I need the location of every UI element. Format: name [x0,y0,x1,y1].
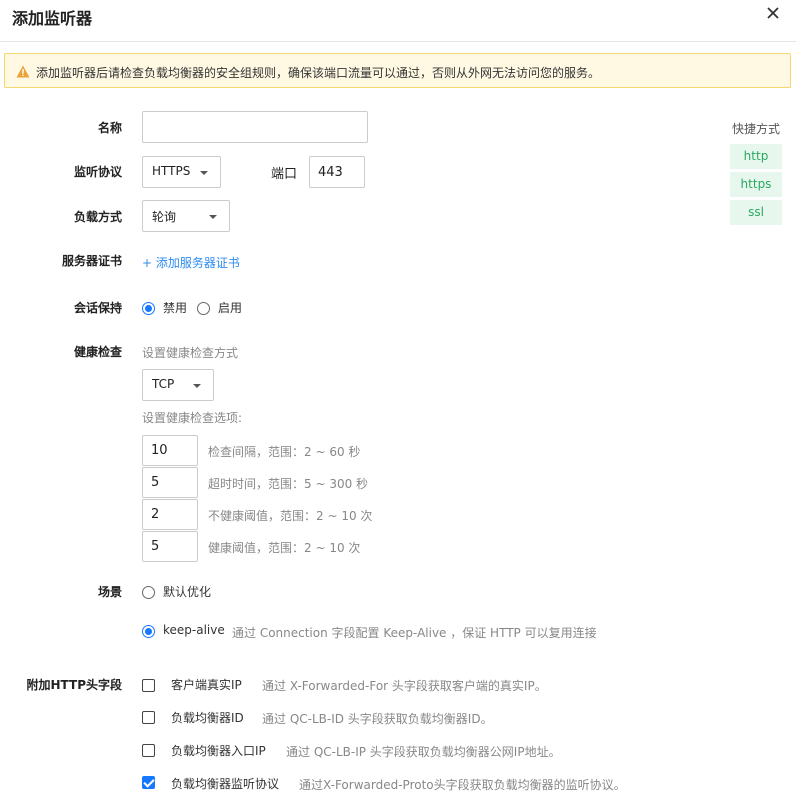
shortcut-http[interactable]: http [730,144,782,169]
scene-keepalive-desc: 通过 Connection 字段配置 Keep-Alive ，保证 HTTP 可… [232,626,597,640]
shortcut-https[interactable]: https [730,172,782,197]
scene-default-label: 默认优化 [163,585,212,599]
scene-label: 场景 [97,585,122,599]
dialog-title: 添加监听器 [12,9,93,28]
header-lb-id-label: 负载均衡器ID [171,711,244,725]
header-lb-id-checkbox[interactable] [142,711,155,724]
port-label: 端口 [271,167,298,182]
header-lb-ip-checkbox[interactable] [142,744,155,757]
warning-text: 添加监听器后请检查负载均衡器的安全组规则，确保该端口流量可以通过，否则从外网无法… [36,66,601,80]
session-disable-label: 禁用 [163,301,188,315]
health-method-value: TCP [152,377,175,391]
name-label: 名称 [97,121,122,135]
health-timeout-input[interactable] [142,467,198,498]
lb-method-select[interactable]: 轮询 [142,200,230,232]
scene-default-radio[interactable] [142,586,155,599]
header-client-ip-label: 客户端真实IP [171,678,242,692]
dialog-header: 添加监听器 [0,0,796,42]
healthy-threshold-desc: 健康阈值，范围：2 ~ 10 次 [208,541,361,555]
session-label: 会话保持 [73,301,122,315]
warning-banner: 添加监听器后请检查负载均衡器的安全组规则，确保该端口流量可以通过，否则从外网无法… [4,53,791,88]
protocol-value: HTTPS [152,164,191,178]
health-timeout-desc: 超时时间，范围：5 ~ 300 秒 [208,477,369,491]
health-interval-desc: 检查间隔，范围：2 ~ 60 秒 [208,445,361,459]
header-lb-id-desc: 通过 QC-LB-ID 头字段获取负载均衡器ID。 [262,712,493,726]
header-client-ip-desc: 通过 X-Forwarded-For 头字段获取客户端的真实IP。 [262,679,547,693]
shortcut-ssl[interactable]: ssl [730,200,782,225]
lb-method-label: 负载方式 [73,210,122,224]
header-lb-proto-label: 负载均衡器监听协议 [171,777,280,791]
scene-keepalive-radio[interactable] [142,625,155,638]
session-enable-label: 启用 [218,301,243,315]
health-method-select[interactable]: TCP [142,369,214,401]
header-lb-proto-desc: 通过X-Forwarded-Proto头字段获取负载均衡器的监听协议。 [299,778,626,792]
port-input[interactable] [309,156,365,188]
session-enable-radio[interactable] [197,302,210,315]
health-label: 健康检查 [73,345,122,359]
healthy-threshold-input[interactable] [142,531,198,562]
session-disable-radio[interactable] [142,302,155,315]
health-options-hint: 设置健康检查选项: [142,411,243,425]
health-interval-input[interactable] [142,435,198,466]
name-input[interactable] [142,111,368,143]
header-client-ip-checkbox[interactable] [142,679,155,692]
unhealthy-threshold-desc: 不健康阈值，范围：2 ~ 10 次 [208,509,373,523]
header-lb-proto-checkbox[interactable] [142,776,155,789]
cert-label: 服务器证书 [61,254,122,268]
health-method-hint: 设置健康检查方式 [142,346,239,360]
header-lb-ip-desc: 通过 QC-LB-IP 头字段获取负载均衡器公网IP地址。 [286,745,561,759]
unhealthy-threshold-input[interactable] [142,499,198,530]
protocol-select[interactable]: HTTPS [142,156,221,188]
shortcuts-title: 快捷方式 [732,122,781,136]
header-lb-ip-label: 负载均衡器入口IP [171,744,266,758]
protocol-label: 监听协议 [73,165,122,179]
scene-keepalive-label: keep-alive [163,623,225,637]
chevron-down-icon [200,171,208,175]
add-cert-link[interactable]: + 添加服务器证书 [142,254,240,271]
chevron-down-icon [209,215,217,219]
chevron-down-icon [193,384,201,388]
lb-method-value: 轮询 [152,210,177,224]
headers-label: 附加HTTP头字段 [26,678,123,692]
close-icon[interactable] [766,6,780,20]
warning-icon [16,65,30,78]
